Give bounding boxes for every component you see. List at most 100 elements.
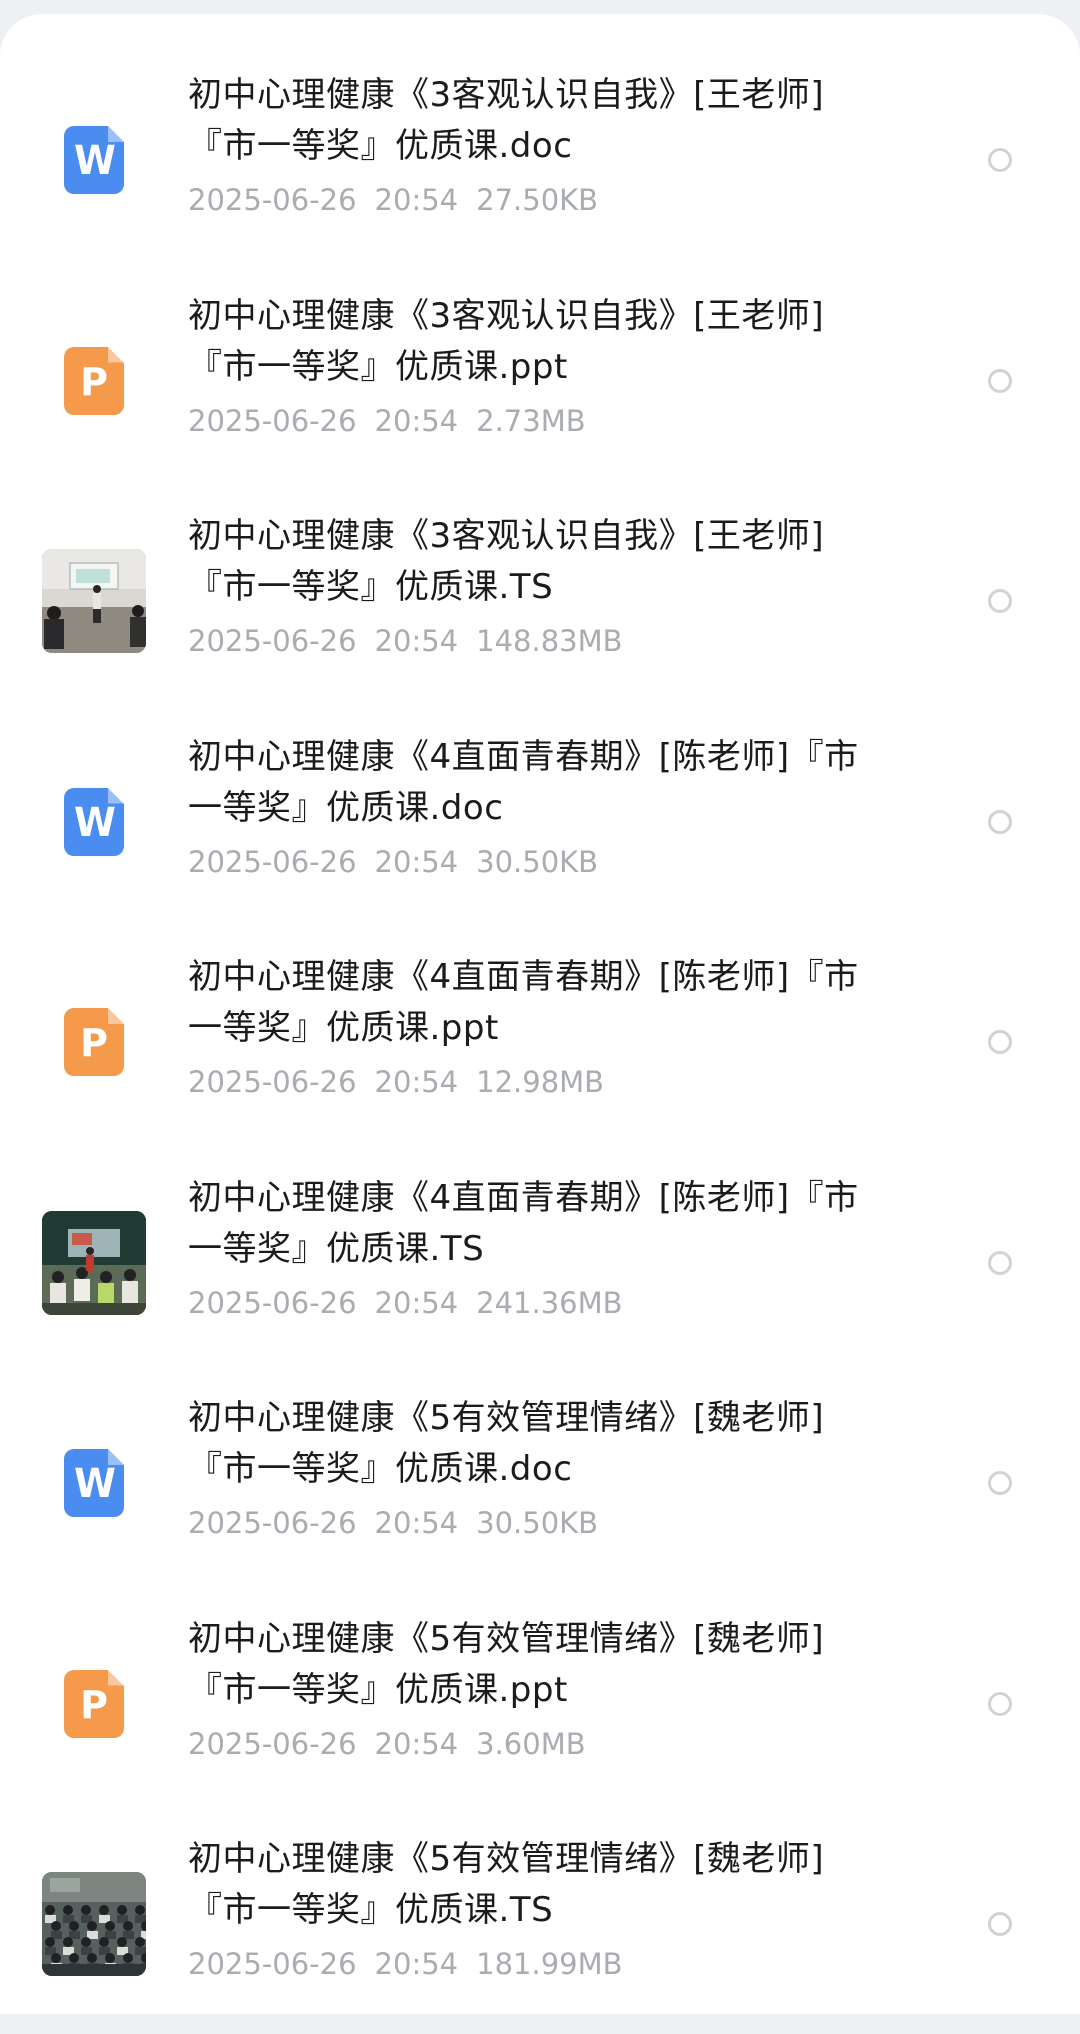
select-radio[interactable] bbox=[988, 1912, 1012, 1936]
file-name: 初中心理健康《5有效管理情绪》[魏老师] 『市一等奖』优质课.ppt bbox=[188, 1614, 928, 1716]
file-time: 20:54 bbox=[374, 183, 459, 217]
file-name: 初中心理健康《4直面青春期》[陈老师]『市 一等奖』优质课.doc bbox=[188, 732, 928, 834]
file-name-line-1: 初中心理健康《5有效管理情绪》[魏老师] bbox=[188, 1839, 825, 1879]
file-info: 初中心理健康《4直面青春期》[陈老师]『市 一等奖』优质课.TS 2025-06… bbox=[188, 1173, 928, 1323]
file-info: 初中心理健康《3客观认识自我》[王老师] 『市一等奖』优质课.ppt 2025-… bbox=[188, 291, 928, 441]
file-size: 30.50KB bbox=[476, 844, 599, 879]
file-date: 2025-06-26 bbox=[188, 183, 357, 217]
file-time: 20:54 bbox=[374, 1506, 459, 1540]
file-meta: 2025-06-26 20:54 181.99MB bbox=[188, 1944, 928, 1984]
select-radio[interactable] bbox=[988, 368, 1012, 393]
powerpoint-icon: P bbox=[64, 1008, 124, 1076]
file-size: 3.60MB bbox=[476, 1726, 586, 1761]
file-row-5[interactable]: P 初中心理健康《4直面青春期》[陈老师]『市 一等奖』优质课.ppt 2025… bbox=[0, 932, 1080, 1152]
file-date: 2025-06-26 bbox=[188, 844, 357, 879]
file-name-line-2: 『市一等奖』优质课.doc bbox=[188, 126, 573, 166]
file-size: 30.50KB bbox=[476, 1506, 599, 1540]
file-name-line-1: 初中心理健康《5有效管理情绪》[魏老师] bbox=[188, 1398, 825, 1438]
file-name-line-2: 『市一等奖』优质课.TS bbox=[188, 1890, 554, 1930]
file-meta: 2025-06-26 20:54 148.83MB bbox=[188, 621, 928, 661]
file-name: 初中心理健康《3客观认识自我》[王老师] 『市一等奖』优质课.ppt bbox=[188, 291, 928, 393]
select-radio[interactable] bbox=[988, 1250, 1012, 1275]
file-date: 2025-06-26 bbox=[188, 624, 357, 658]
file-name-line-1: 初中心理健康《3客观认识自我》[王老师] bbox=[188, 75, 825, 115]
select-radio[interactable] bbox=[988, 809, 1012, 834]
file-name-line-1: 初中心理健康《4直面青春期》[陈老师]『市 bbox=[188, 1177, 859, 1218]
video-thumbnail bbox=[42, 1872, 146, 1976]
file-size: 181.99MB bbox=[476, 1947, 623, 1981]
file-time: 20:54 bbox=[374, 1065, 459, 1099]
file-name-line-2: 一等奖』优质课.doc bbox=[188, 787, 504, 828]
file-info: 初中心理健康《4直面青春期》[陈老师]『市 一等奖』优质课.doc 2025-0… bbox=[188, 732, 928, 882]
select-radio[interactable] bbox=[988, 148, 1012, 172]
file-name-line-1: 初中心理健康《5有效管理情绪》[魏老师] bbox=[188, 1618, 825, 1659]
file-name: 初中心理健康《5有效管理情绪》[魏老师] 『市一等奖』优质课.TS bbox=[188, 1834, 928, 1936]
file-name-line-2: 『市一等奖』优质课.ppt bbox=[188, 346, 568, 387]
file-date: 2025-06-26 bbox=[188, 1726, 357, 1761]
file-info: 初中心理健康《3客观认识自我》[王老师] 『市一等奖』优质课.doc 2025-… bbox=[188, 70, 928, 220]
file-row-1[interactable]: W 初中心理健康《3客观认识自我》[王老师] 『市一等奖』优质课.doc 202… bbox=[0, 50, 1080, 270]
powerpoint-icon: P bbox=[64, 1669, 124, 1738]
file-date: 2025-06-26 bbox=[188, 403, 357, 438]
file-row-2[interactable]: P 初中心理健康《3客观认识自我》[王老师] 『市一等奖』优质课.ppt 202… bbox=[0, 271, 1080, 491]
file-size: 148.83MB bbox=[476, 624, 623, 658]
file-date: 2025-06-26 bbox=[188, 1947, 357, 1981]
select-radio[interactable] bbox=[988, 1471, 1012, 1495]
video-thumbnail bbox=[42, 1210, 146, 1315]
select-radio[interactable] bbox=[988, 1691, 1012, 1716]
file-info: 初中心理健康《4直面青春期》[陈老师]『市 一等奖』优质课.ppt 2025-0… bbox=[188, 952, 928, 1102]
file-name: 初中心理健康《4直面青春期》[陈老师]『市 一等奖』优质课.ppt bbox=[188, 952, 928, 1054]
file-name-line-1: 初中心理健康《4直面青春期》[陈老师]『市 bbox=[188, 736, 859, 777]
file-info: 初中心理健康《5有效管理情绪》[魏老师] 『市一等奖』优质课.TS 2025-0… bbox=[188, 1834, 928, 1984]
file-meta: 2025-06-26 20:54 30.50KB bbox=[188, 842, 928, 882]
powerpoint-icon: P bbox=[64, 346, 124, 415]
file-time: 20:54 bbox=[374, 403, 459, 438]
file-time: 20:54 bbox=[374, 1726, 459, 1761]
file-size: 27.50KB bbox=[476, 183, 599, 217]
file-name-line-1: 初中心理健康《3客观认识自我》[王老师] bbox=[188, 516, 825, 556]
file-name: 初中心理健康《3客观认识自我》[王老师] 『市一等奖』优质课.TS bbox=[188, 511, 928, 613]
file-row-8[interactable]: P 初中心理健康《5有效管理情绪》[魏老师] 『市一等奖』优质课.ppt 202… bbox=[0, 1594, 1080, 1814]
file-date: 2025-06-26 bbox=[188, 1065, 357, 1099]
file-meta: 2025-06-26 20:54 27.50KB bbox=[188, 180, 928, 220]
select-radio[interactable] bbox=[988, 589, 1012, 613]
file-name-line-2: 一等奖』优质课.TS bbox=[188, 1228, 485, 1269]
file-date: 2025-06-26 bbox=[188, 1506, 357, 1540]
file-row-3[interactable]: 初中心理健康《3客观认识自我》[王老师] 『市一等奖』优质课.TS 2025-0… bbox=[0, 491, 1080, 711]
file-row-7[interactable]: W 初中心理健康《5有效管理情绪》[魏老师] 『市一等奖』优质课.doc 202… bbox=[0, 1373, 1080, 1593]
word-doc-icon: W bbox=[64, 1449, 124, 1517]
file-list-panel: W 初中心理健康《3客观认识自我》[王老师] 『市一等奖』优质课.doc 202… bbox=[0, 14, 1080, 2014]
file-name: 初中心理健康《4直面青春期》[陈老师]『市 一等奖』优质课.TS bbox=[188, 1173, 928, 1275]
file-row-6[interactable]: 初中心理健康《4直面青春期》[陈老师]『市 一等奖』优质课.TS 2025-06… bbox=[0, 1153, 1080, 1373]
select-radio[interactable] bbox=[988, 1030, 1012, 1054]
file-time: 20:54 bbox=[374, 624, 459, 658]
file-size: 12.98MB bbox=[476, 1065, 605, 1099]
file-name-line-2: 『市一等奖』优质课.TS bbox=[188, 567, 554, 607]
file-time: 20:54 bbox=[374, 1947, 459, 1981]
file-meta: 2025-06-26 20:54 2.73MB bbox=[188, 401, 928, 441]
file-name: 初中心理健康《5有效管理情绪》[魏老师] 『市一等奖』优质课.doc bbox=[188, 1393, 928, 1495]
file-name-line-2: 『市一等奖』优质课.doc bbox=[188, 1449, 573, 1489]
file-meta: 2025-06-26 20:54 30.50KB bbox=[188, 1503, 928, 1543]
word-doc-icon: W bbox=[64, 126, 124, 194]
file-info: 初中心理健康《3客观认识自我》[王老师] 『市一等奖』优质课.TS 2025-0… bbox=[188, 511, 928, 661]
file-date: 2025-06-26 bbox=[188, 1285, 357, 1320]
file-name-line-2: 一等奖』优质课.ppt bbox=[188, 1008, 499, 1048]
file-time: 20:54 bbox=[374, 844, 459, 879]
file-info: 初中心理健康《5有效管理情绪》[魏老师] 『市一等奖』优质课.doc 2025-… bbox=[188, 1393, 928, 1543]
file-row-9[interactable]: 初中心理健康《5有效管理情绪》[魏老师] 『市一等奖』优质课.TS 2025-0… bbox=[0, 1814, 1080, 2034]
file-name: 初中心理健康《3客观认识自我》[王老师] 『市一等奖』优质课.doc bbox=[188, 70, 928, 172]
file-name-line-1: 初中心理健康《3客观认识自我》[王老师] bbox=[188, 295, 825, 336]
file-size: 2.73MB bbox=[476, 403, 586, 438]
file-meta: 2025-06-26 20:54 241.36MB bbox=[188, 1283, 928, 1323]
video-thumbnail bbox=[42, 549, 146, 653]
file-time: 20:54 bbox=[374, 1285, 459, 1320]
file-name-line-2: 『市一等奖』优质课.ppt bbox=[188, 1669, 568, 1710]
file-meta: 2025-06-26 20:54 12.98MB bbox=[188, 1062, 928, 1102]
file-row-4[interactable]: W 初中心理健康《4直面青春期》[陈老师]『市 一等奖』优质课.doc 2025… bbox=[0, 712, 1080, 932]
file-size: 241.36MB bbox=[476, 1285, 623, 1320]
file-name-line-1: 初中心理健康《4直面青春期》[陈老师]『市 bbox=[188, 957, 859, 997]
file-meta: 2025-06-26 20:54 3.60MB bbox=[188, 1724, 928, 1764]
file-info: 初中心理健康《5有效管理情绪》[魏老师] 『市一等奖』优质课.ppt 2025-… bbox=[188, 1614, 928, 1764]
word-doc-icon: W bbox=[64, 787, 124, 856]
